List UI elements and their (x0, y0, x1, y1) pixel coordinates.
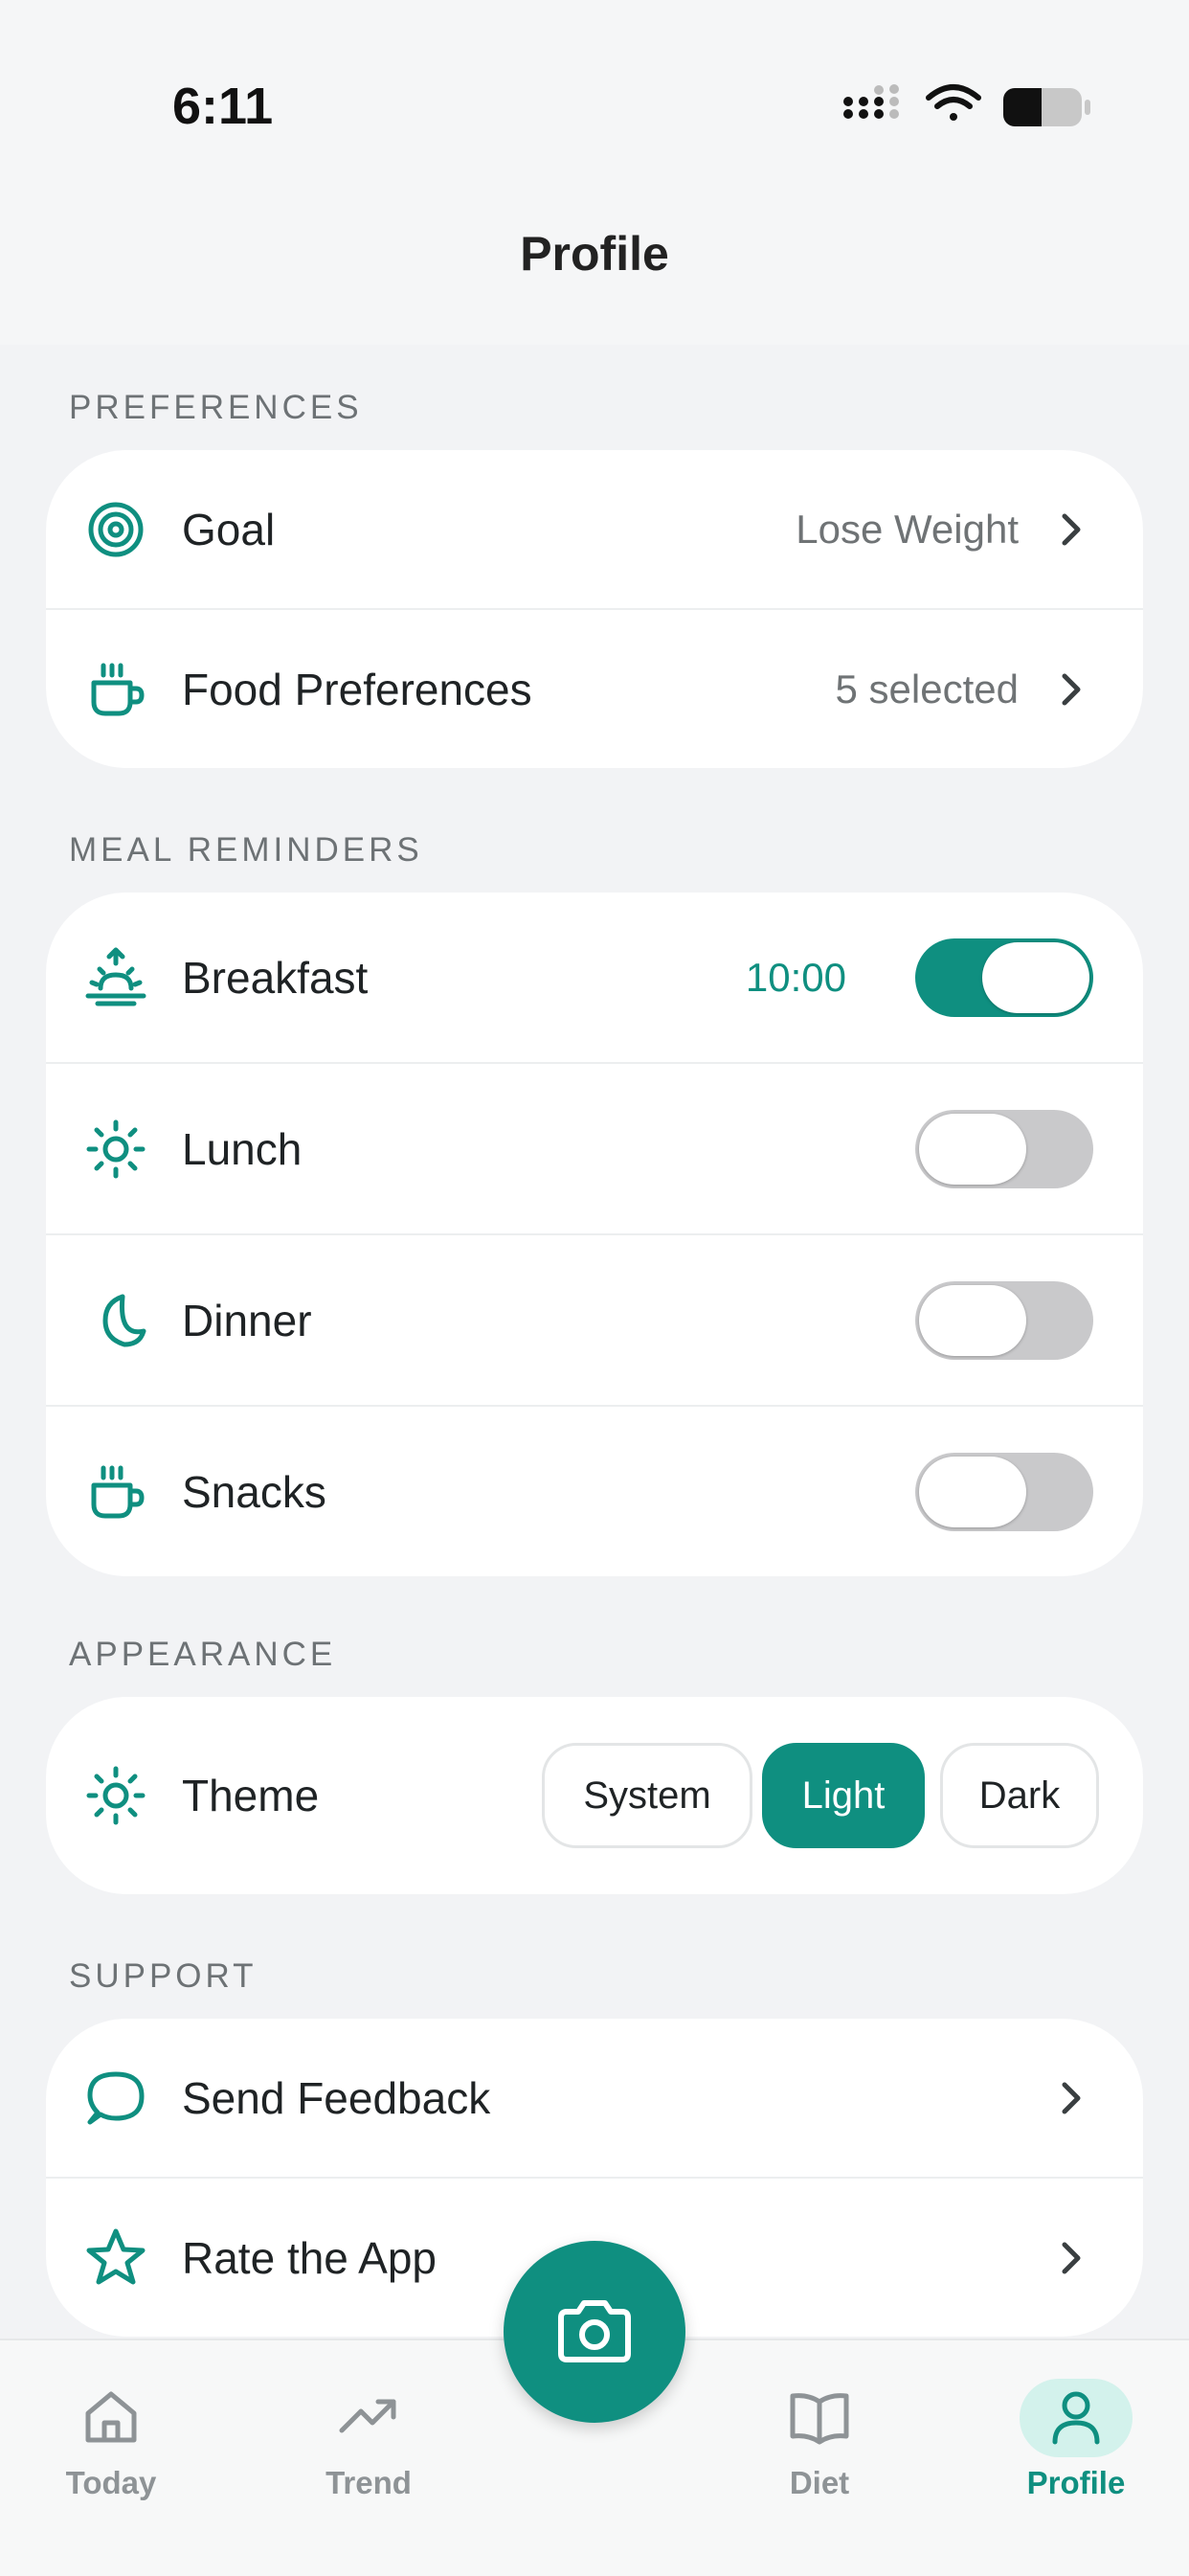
user-icon (1052, 2391, 1100, 2445)
rate-app-label: Rate the App (182, 2232, 437, 2283)
section-label-preferences: PREFERENCES (69, 389, 363, 426)
food-preferences-value: 5 selected (835, 666, 1019, 712)
star-icon (86, 2228, 146, 2284)
book-open-icon (790, 2393, 849, 2445)
theme-option-system[interactable]: System (542, 1743, 752, 1848)
theme-label: Theme (182, 1771, 320, 1820)
preferences-card: Goal Lose Weight Food Preferences 5 sele… (46, 450, 1143, 768)
cellular-signal-icon (843, 84, 899, 119)
tab-diet[interactable]: Diet (724, 2340, 915, 2576)
chevron-right-icon (1062, 2242, 1081, 2273)
goal-label: Goal (182, 504, 276, 554)
dinner-label: Dinner (182, 1295, 312, 1345)
status-time: 6:11 (172, 78, 274, 135)
lunch-row: Lunch (46, 1062, 1143, 1233)
dinner-row: Dinner (46, 1233, 1143, 1405)
coffee-cup-icon (91, 663, 145, 715)
page-title: Profile (520, 227, 669, 281)
chevron-right-icon (1062, 673, 1081, 705)
appearance-card: Theme System Light Dark (46, 1697, 1143, 1894)
top-bar: 6:11 Profile (0, 0, 1189, 345)
tab-diet-label: Diet (789, 2465, 850, 2500)
home-icon (85, 2391, 137, 2443)
chevron-right-icon (1062, 513, 1081, 545)
send-feedback-label: Send Feedback (182, 2072, 491, 2123)
camera-button[interactable] (504, 2241, 685, 2423)
goal-value: Lose Weight (796, 506, 1019, 552)
tab-profile-label: Profile (1026, 2465, 1126, 2500)
meal-reminders-card: Breakfast 10:00 Lunch Dinner Snacks (46, 893, 1143, 1576)
target-icon (88, 502, 144, 556)
dinner-toggle[interactable] (915, 1280, 1093, 1360)
tab-today-label: Today (65, 2465, 157, 2500)
snacks-label: Snacks (182, 1466, 326, 1517)
sun-icon (86, 1119, 146, 1178)
sun-icon (86, 1766, 146, 1825)
tab-trend-label: Trend (325, 2465, 412, 2500)
theme-option-dark[interactable]: Dark (940, 1743, 1099, 1848)
tab-trend[interactable]: Trend (273, 2340, 464, 2576)
status-icons (843, 84, 1090, 126)
chevron-right-icon (1062, 2082, 1081, 2113)
chat-bubble-icon (87, 2071, 145, 2124)
snacks-toggle[interactable] (915, 1452, 1093, 1531)
breakfast-toggle[interactable] (915, 938, 1093, 1017)
moon-icon (102, 1294, 146, 1346)
food-preferences-label: Food Preferences (182, 664, 532, 714)
breakfast-time[interactable]: 10:00 (746, 955, 846, 1001)
breakfast-label: Breakfast (182, 952, 369, 1003)
lunch-toggle[interactable] (915, 1109, 1093, 1188)
section-label-meal-reminders: MEAL REMINDERS (69, 831, 423, 869)
toggle-knob (919, 1284, 1026, 1356)
sunrise-icon (85, 947, 146, 1006)
tab-profile[interactable]: Profile (980, 2340, 1172, 2576)
theme-row: Theme System Light Dark (46, 1697, 1143, 1894)
section-label-appearance: APPEARANCE (69, 1636, 337, 1673)
toggle-knob (919, 1113, 1026, 1185)
coffee-cup-icon (91, 1465, 145, 1518)
theme-option-light[interactable]: Light (762, 1743, 925, 1848)
toggle-knob (919, 1456, 1026, 1527)
snacks-row: Snacks (46, 1405, 1143, 1576)
tab-today[interactable]: Today (15, 2340, 207, 2576)
send-feedback-row[interactable]: Send Feedback (46, 2019, 1143, 2177)
wifi-icon (926, 84, 981, 121)
section-label-support: SUPPORT (69, 1957, 258, 1995)
breakfast-row: Breakfast 10:00 (46, 893, 1143, 1062)
food-preferences-row[interactable]: Food Preferences 5 selected (46, 608, 1143, 768)
lunch-label: Lunch (182, 1123, 303, 1174)
toggle-knob (982, 941, 1089, 1013)
camera-icon (558, 2300, 631, 2362)
goal-row[interactable]: Goal Lose Weight (46, 450, 1143, 608)
battery-icon (1003, 88, 1090, 126)
trending-up-icon (339, 2399, 396, 2433)
